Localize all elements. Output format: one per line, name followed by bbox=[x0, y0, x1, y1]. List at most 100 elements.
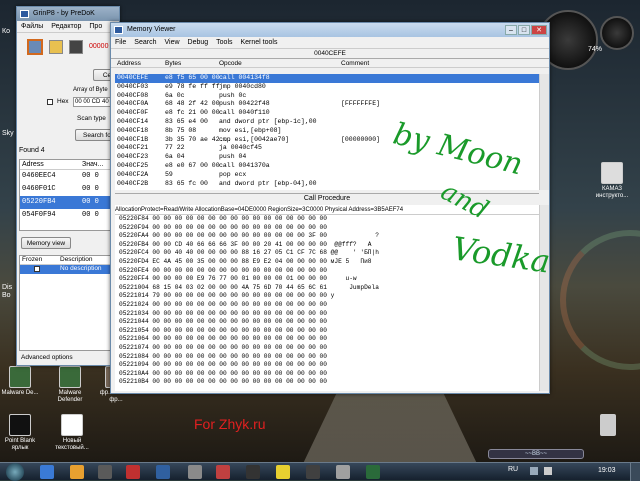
taskbar-app-icon[interactable] bbox=[246, 465, 260, 479]
disassembler-scrollbar[interactable] bbox=[539, 74, 549, 190]
memory-view-button[interactable]: Memory view bbox=[21, 237, 71, 249]
shield-icon bbox=[9, 366, 31, 388]
results-list: Adress Знач... 0460EEC4 00 0 0460F01C 00 0… bbox=[19, 159, 121, 231]
grinp8-menubar: Файлы Редактор Про bbox=[17, 21, 119, 33]
tray-volume-icon[interactable] bbox=[544, 467, 552, 475]
close-button[interactable]: ✕ bbox=[531, 25, 547, 35]
hex-row[interactable]: 05221084 00 00 00 00 00 00 00 00 00 00 0… bbox=[115, 353, 539, 362]
hex-scrollbar[interactable] bbox=[539, 205, 549, 391]
hex-row[interactable]: 05221094 00 00 00 00 00 00 00 00 00 00 0… bbox=[115, 361, 539, 370]
left-label-2: Dis bbox=[2, 284, 13, 291]
menu-editor[interactable]: Редактор bbox=[51, 23, 81, 30]
taskbar-app-icon[interactable] bbox=[40, 465, 54, 479]
game-icon bbox=[9, 414, 31, 436]
column-description[interactable]: Description bbox=[60, 256, 93, 263]
menu-files[interactable]: Файлы bbox=[21, 23, 43, 30]
hex-row[interactable]: 05221044 00 00 00 00 00 00 00 00 00 00 0… bbox=[115, 318, 539, 327]
hex-row[interactable]: 05221054 00 00 00 00 00 00 00 00 00 00 0… bbox=[115, 327, 539, 336]
results-header: Adress Знач... bbox=[20, 160, 120, 170]
desktop-icon-textfile[interactable]: Новый текстовый... bbox=[52, 414, 92, 452]
desktop-icon-malware-de[interactable]: Malware De... bbox=[0, 366, 40, 397]
taskbar: ~~BB~~ RU 19:03 bbox=[0, 449, 640, 481]
tray-network-icon[interactable] bbox=[530, 467, 538, 475]
disassembler-view[interactable]: 0040CEFE e8 f5 65 00 00 call 004134f8 0040C… bbox=[115, 74, 539, 190]
array-of-byte-label: Array of Byte bbox=[73, 87, 108, 93]
frozen-checkbox[interactable] bbox=[34, 266, 40, 272]
result-row[interactable]: 0460EEC4 00 0 bbox=[20, 170, 120, 183]
desktop-icon-kamaz[interactable]: КАМАЗ инструкто... bbox=[592, 162, 632, 200]
hex-label: Hex bbox=[57, 98, 69, 105]
hex-row[interactable]: 05221024 00 00 00 00 00 00 00 00 00 00 0… bbox=[115, 301, 539, 310]
column-opcode[interactable]: Opcode bbox=[219, 59, 242, 68]
disasm-row-selected[interactable]: 0040CEFE e8 f5 65 00 00 call 004134f8 bbox=[115, 74, 539, 83]
column-adress[interactable]: Adress bbox=[22, 160, 44, 170]
grinp8-titlebar: GrinP8 - by PreDoK bbox=[17, 7, 119, 21]
value-input[interactable]: 00000 bbox=[89, 43, 108, 50]
memory-viewer-menubar: File Search View Debug Tools Kernel tools bbox=[111, 37, 549, 49]
taskbar-app-icon[interactable] bbox=[276, 465, 290, 479]
disasm-row[interactable]: 0040CF03 e9 78 fe ff ff jmp 0040cd80 bbox=[115, 83, 539, 92]
disasm-row[interactable]: 0040CF0F e8 fc 21 00 00 call 0040f110 bbox=[115, 109, 539, 118]
result-row[interactable]: 054F0F94 00 0 bbox=[20, 209, 120, 222]
taskbar-app-icon[interactable] bbox=[188, 465, 202, 479]
taskbar-app-icon[interactable] bbox=[366, 465, 380, 479]
menu-view[interactable]: View bbox=[164, 39, 179, 46]
taskbar-app-icon[interactable] bbox=[156, 465, 170, 479]
disasm-row[interactable]: 0040CF14 83 65 e4 00 and dword ptr [ebp-1c… bbox=[115, 118, 539, 127]
result-row[interactable]: 0460F01C 00 0 bbox=[20, 183, 120, 196]
menu-tools[interactable]: Tools bbox=[216, 39, 232, 46]
hex-row[interactable]: 05220FF4 00 00 00 00 E9 76 77 00 01 00 0… bbox=[115, 275, 539, 284]
disasm-row[interactable]: 0040CF0A 68 48 2f 42 00 push 00422f48 [FFFF… bbox=[115, 100, 539, 109]
hex-row[interactable]: 05221014 79 00 00 00 00 00 00 00 00 00 0… bbox=[115, 292, 539, 301]
start-button[interactable] bbox=[6, 463, 24, 481]
desktop-icon-malware-defender[interactable]: Malware Defender bbox=[50, 366, 90, 404]
menu-search[interactable]: Search bbox=[134, 39, 156, 46]
taskbar-app-icon[interactable] bbox=[336, 465, 350, 479]
disasm-row[interactable]: 0040CF08 6a 0c push 0c bbox=[115, 92, 539, 101]
show-desktop-button[interactable] bbox=[630, 463, 640, 481]
menu-about[interactable]: Про bbox=[89, 23, 102, 30]
column-value[interactable]: Знач... bbox=[82, 160, 103, 170]
column-comment[interactable]: Comment bbox=[341, 59, 369, 68]
gauge-percent: 74% bbox=[588, 46, 603, 53]
hex-checkbox[interactable] bbox=[47, 99, 53, 105]
taskbar-app-icon[interactable] bbox=[98, 465, 112, 479]
media-player-bar[interactable]: ~~BB~~ bbox=[488, 449, 584, 459]
taskbar-app-icon[interactable] bbox=[306, 465, 320, 479]
disasm-row[interactable]: 0040CF18 8b 75 08 mov esi,[ebp+08] bbox=[115, 127, 539, 136]
advanced-options-link[interactable]: Advanced options bbox=[21, 354, 73, 361]
desktop-icon-pointblank[interactable]: Point Blank ярлык bbox=[0, 414, 40, 452]
taskbar-app-icon[interactable] bbox=[70, 465, 84, 479]
language-indicator[interactable]: RU bbox=[508, 466, 518, 473]
menu-debug[interactable]: Debug bbox=[188, 39, 209, 46]
disasm-row[interactable]: 0040CF2B 83 65 fc 00 and dword ptr [ebp-04… bbox=[115, 180, 539, 189]
recycle-bin-icon[interactable] bbox=[600, 414, 616, 436]
result-row-selected[interactable]: 05220FB4 00 0 bbox=[20, 196, 120, 209]
window-controls: – □ ✕ bbox=[504, 24, 547, 35]
taskbar-app-icon[interactable] bbox=[216, 465, 230, 479]
hex-row[interactable]: 05221034 00 00 00 00 00 00 00 00 00 00 0… bbox=[115, 310, 539, 319]
column-bytes[interactable]: Bytes bbox=[165, 59, 181, 68]
column-frozen[interactable]: Frozen bbox=[22, 256, 42, 263]
document-icon bbox=[601, 162, 623, 184]
app-icon bbox=[20, 10, 29, 18]
save-icon[interactable] bbox=[69, 40, 83, 54]
column-address[interactable]: Address bbox=[117, 59, 141, 68]
hex-row[interactable]: 05221074 00 00 00 00 00 00 00 00 00 00 0… bbox=[115, 344, 539, 353]
clock[interactable]: 19:03 bbox=[598, 467, 616, 474]
open-file-icon[interactable] bbox=[49, 40, 63, 54]
taskbar-app-icon[interactable] bbox=[126, 465, 140, 479]
minimize-button[interactable]: – bbox=[505, 25, 517, 35]
hex-row[interactable]: 052210A4 00 00 00 00 00 00 00 00 00 00 0… bbox=[115, 370, 539, 379]
app-icon bbox=[114, 26, 123, 34]
maximize-button[interactable]: □ bbox=[518, 25, 530, 35]
menu-kernel-tools[interactable]: Kernel tools bbox=[241, 39, 278, 46]
hex-row[interactable]: 052210B4 00 00 00 00 00 00 00 00 00 00 0… bbox=[115, 378, 539, 387]
menu-file[interactable]: File bbox=[115, 39, 126, 46]
hex-row[interactable]: 05220F94 00 00 00 00 00 00 00 00 00 00 0… bbox=[115, 224, 539, 233]
found-count: Found 4 bbox=[19, 147, 45, 154]
cheat-table-row[interactable]: No description bbox=[20, 265, 120, 274]
hex-row[interactable]: 05221004 68 15 04 03 02 00 00 00 4A 75 6… bbox=[115, 284, 539, 293]
hex-row[interactable]: 05221064 00 00 00 00 00 00 00 00 00 00 0… bbox=[115, 335, 539, 344]
open-process-icon[interactable] bbox=[27, 39, 43, 55]
